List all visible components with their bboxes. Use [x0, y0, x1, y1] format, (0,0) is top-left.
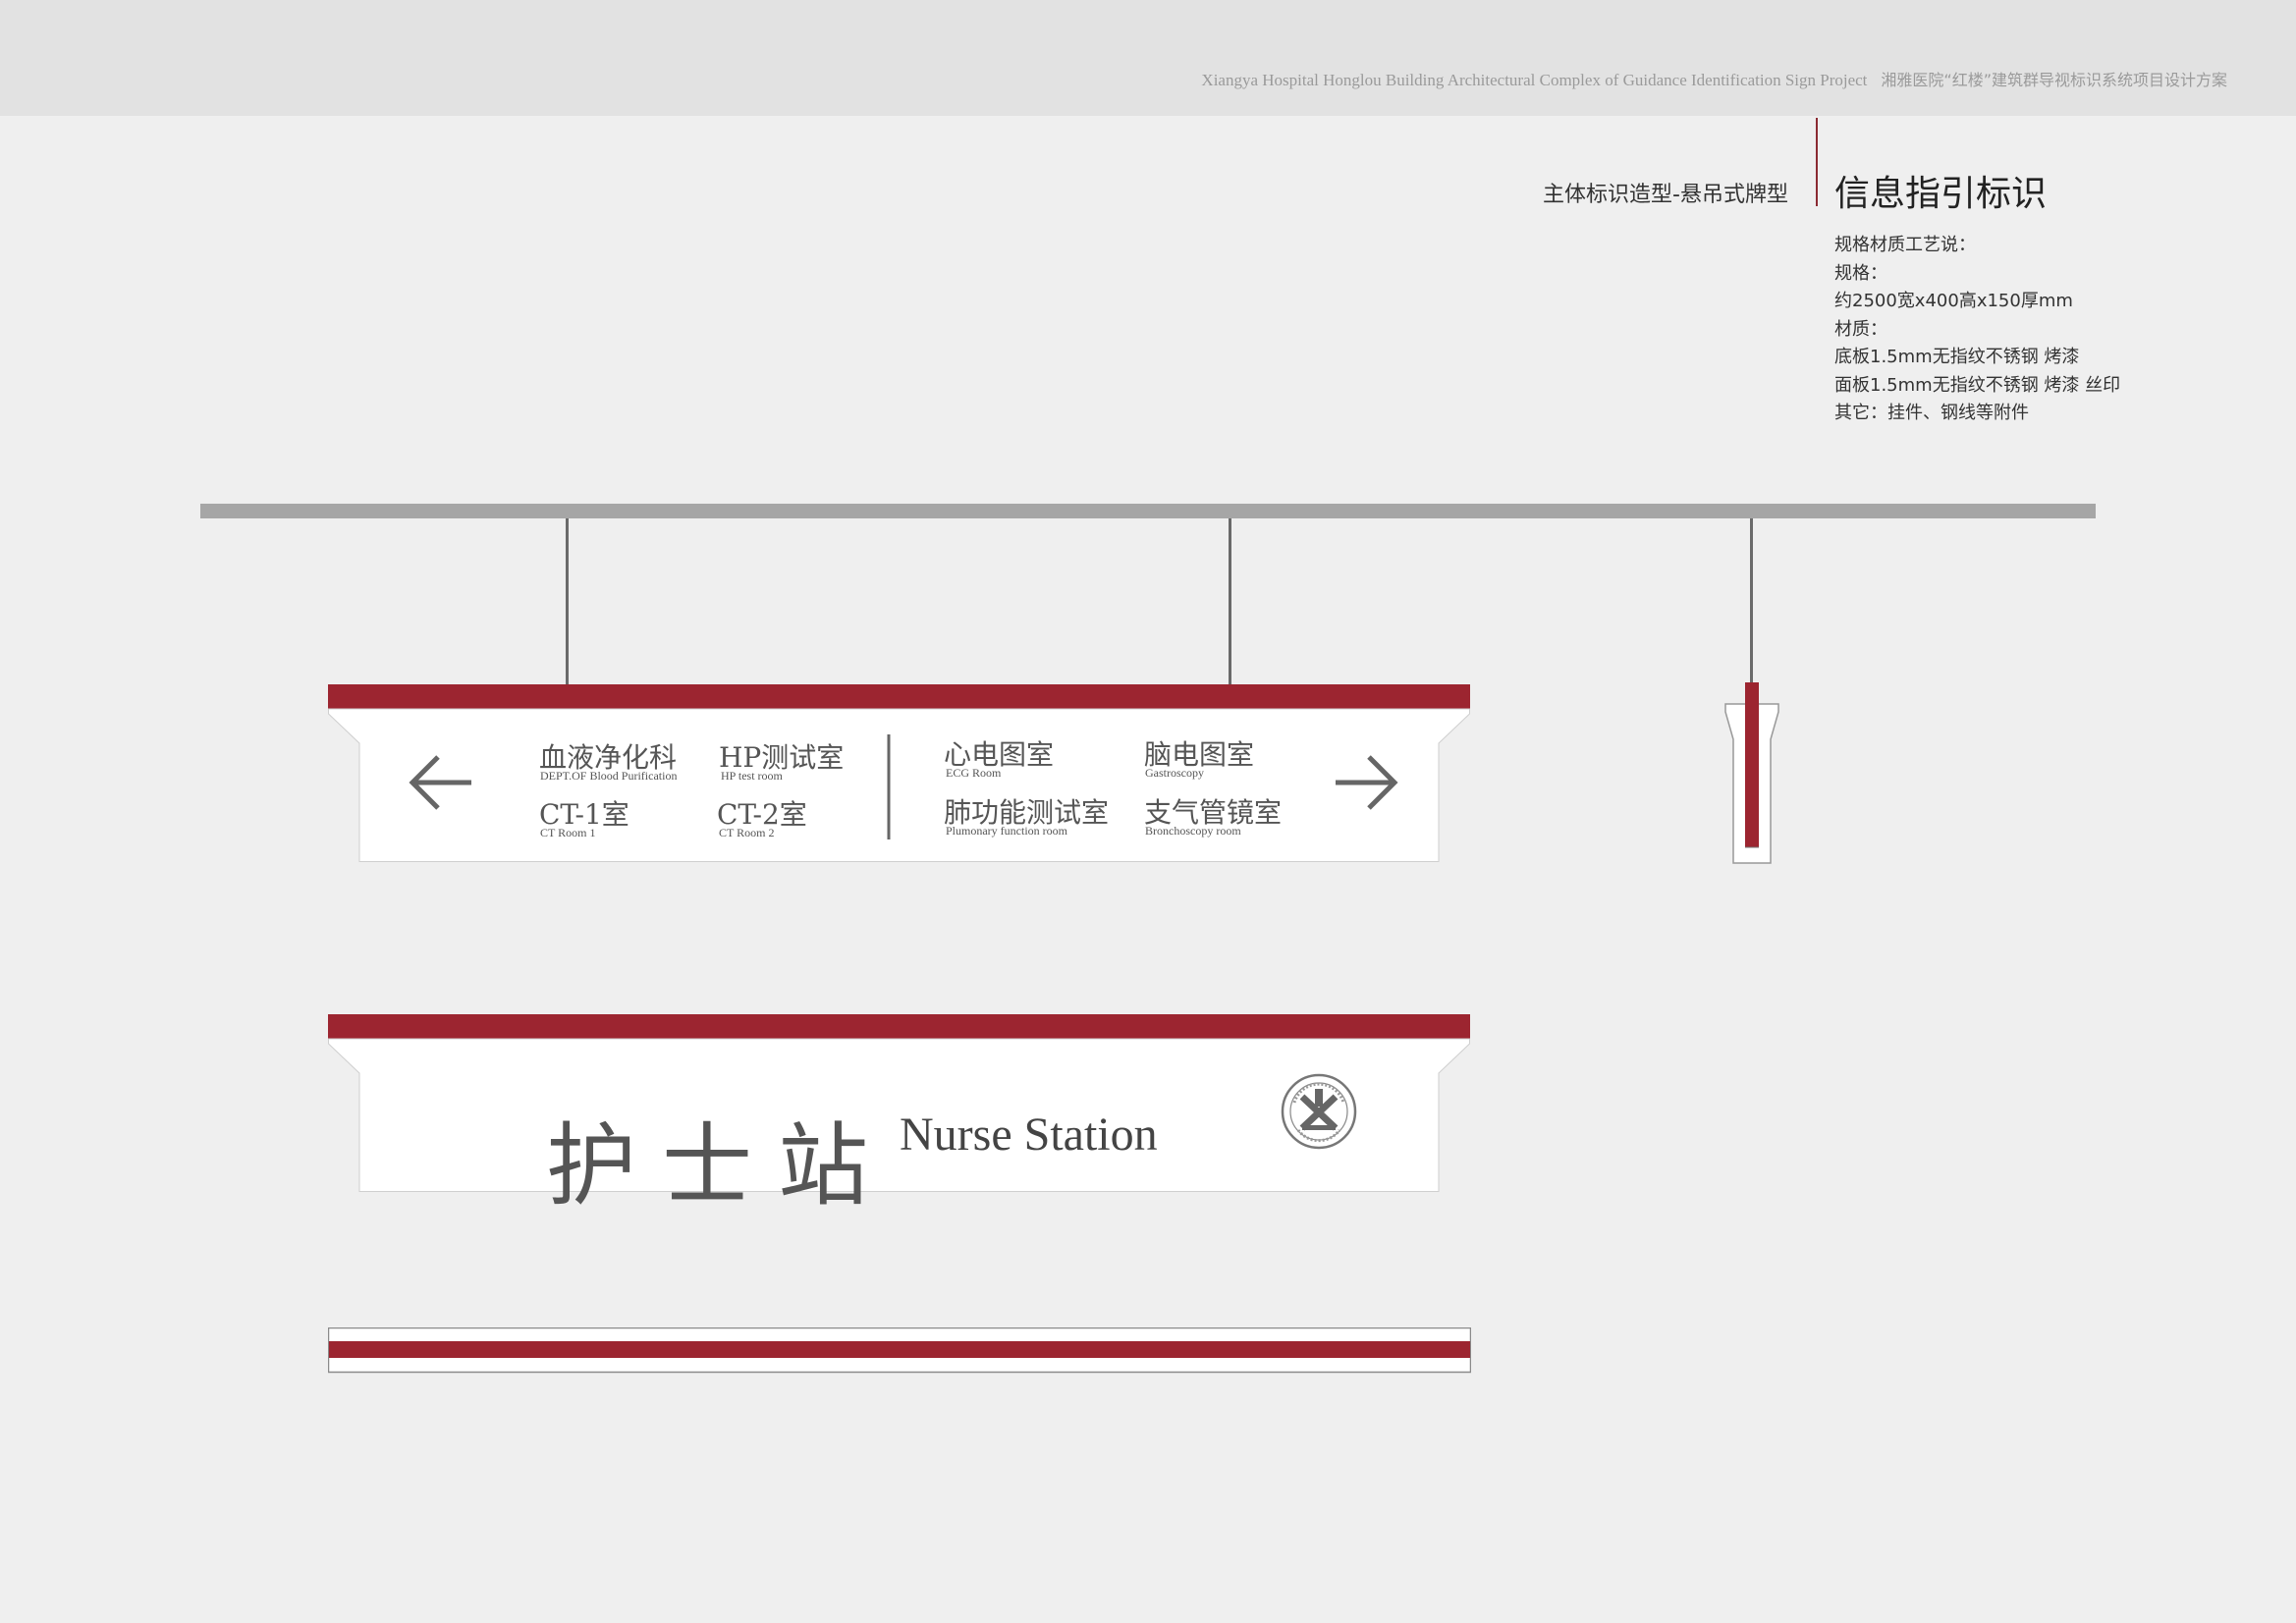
spec-line: 其它：挂件、钢线等附件	[1834, 403, 2029, 423]
spec-line: 材质：	[1834, 318, 1887, 340]
nurse-station-sign: 护士站 Nurse Station	[328, 1014, 1470, 1218]
project-title-cn: 湘雅医院“红楼”建筑群导视标识系统项目设计方案	[1881, 71, 2227, 89]
nurse-station-en: Nurse Station	[900, 1109, 1158, 1161]
arrow-left-icon	[409, 755, 471, 810]
spec-line: 约2500宽x400高x150厚mm	[1834, 291, 2073, 311]
ceiling-rail	[200, 504, 2096, 518]
dept-name-en: HP test room	[721, 769, 783, 783]
hanging-cable	[1750, 518, 1753, 683]
hanging-cable	[566, 518, 569, 685]
dept-name-en: Bronchoscopy room	[1145, 824, 1241, 838]
nurse-station-cn: 护士站	[546, 1113, 895, 1218]
sign-side-view	[1724, 682, 1779, 864]
dept-name-en: DEPT.OF Blood Purification	[540, 769, 678, 783]
dept-name-en: Plumonary function room	[946, 824, 1067, 838]
spec-notes: 规格材质工艺说： 规格： 约2500宽x400高x150厚mm 材质： 底板1.…	[1834, 232, 2120, 428]
sign-body-shape	[328, 708, 1470, 862]
spec-line: 规格：	[1834, 262, 1887, 284]
arrow-right-icon	[1336, 755, 1398, 810]
project-title-en: Xiangya Hospital Honglou Building Archit…	[1201, 71, 1868, 89]
dept-name-en: Gastroscopy	[1145, 766, 1204, 780]
section-subtitle: 主体标识造型-悬吊式牌型	[1543, 183, 1788, 207]
sign-bottom-view	[328, 1327, 1471, 1374]
section-title: 信息指引标识	[1834, 174, 2048, 214]
spec-line: 规格材质工艺说：	[1834, 235, 1976, 255]
header-bar: Xiangya Hospital Honglou Building Archit…	[0, 0, 2296, 116]
dept-name-en: CT Room 2	[719, 826, 775, 839]
project-title: Xiangya Hospital Honglou Building Archit…	[1201, 67, 2227, 90]
spec-line: 面板1.5mm无指纹不锈钢 烤漆 丝印	[1834, 374, 2121, 396]
hanging-cable	[1229, 518, 1231, 685]
title-divider	[1816, 118, 1818, 206]
directory-sign: 血液净化科 DEPT.OF Blood Purification HP测试室 H…	[328, 684, 1470, 863]
spec-line: 底板1.5mm无指纹不锈钢 烤漆	[1834, 347, 2080, 367]
xiangya-hospital-logo	[1281, 1073, 1357, 1150]
dept-name-en: ECG Room	[946, 766, 1002, 780]
dept-name-en: CT Room 1	[540, 826, 596, 839]
